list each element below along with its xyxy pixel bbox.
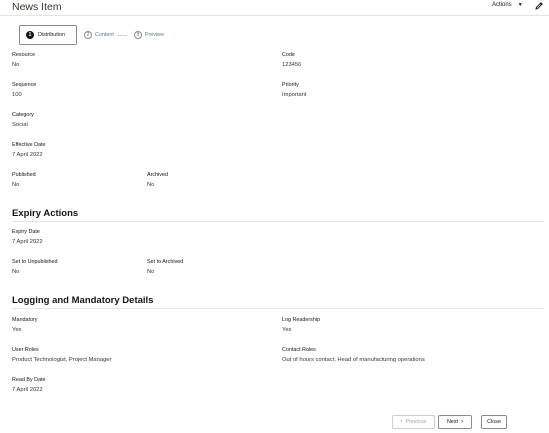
field-effective-date: Effective Date 7 April 2022: [12, 141, 45, 160]
field-value: 123456: [282, 62, 302, 68]
field-resource: Resource No: [12, 51, 35, 70]
field-value: 100: [12, 92, 22, 98]
field-label: Sequence: [12, 82, 37, 88]
field-label: Read By Date: [12, 377, 46, 383]
step-train: 1 Distribution 2 Content 3 Preview: [19, 25, 164, 45]
caret-down-icon: ▼: [517, 2, 523, 8]
chevron-right-icon: ›: [461, 419, 464, 425]
field-label: Mandatory: [12, 317, 38, 323]
field-label: Priority: [282, 82, 299, 88]
field-value: No: [12, 62, 20, 68]
field-contact-roles: Contact Roles Out of hours contact, Head…: [282, 346, 425, 365]
field-log-readership: Log Readership Yes: [282, 316, 320, 335]
field-mandatory: Mandatory Yes: [12, 316, 37, 335]
step-number: 2: [84, 31, 92, 39]
close-button[interactable]: Close: [481, 415, 507, 429]
field-read-by-date: Read By Date 7 April 2022: [12, 376, 46, 395]
chevron-left-icon: ‹: [400, 419, 403, 425]
field-value: No: [147, 182, 155, 188]
field-label: Code: [282, 52, 295, 58]
field-published: Published No: [12, 171, 36, 190]
field-archived: Archived No: [147, 171, 168, 190]
field-label: Resource: [12, 52, 36, 58]
step-distribution[interactable]: 1 Distribution: [19, 25, 77, 45]
field-label: Contact Roles: [282, 347, 316, 353]
field-value: 7 April 2022: [12, 152, 43, 158]
section-divider: [12, 221, 543, 222]
field-value: No: [12, 182, 20, 188]
section-title-logging: Logging and Mandatory Details: [12, 295, 154, 306]
section-title-expiry: Expiry Actions: [12, 208, 79, 219]
field-value: Important: [282, 92, 307, 98]
step-number: 3: [133, 31, 142, 39]
previous-label: Previous: [405, 419, 427, 425]
field-sequence: Sequence 100: [12, 81, 36, 100]
field-value: No: [12, 269, 20, 275]
field-label: Effective Date: [12, 142, 46, 148]
field-priority: Priority Important: [282, 81, 307, 100]
step-number: 1: [26, 31, 34, 39]
field-label: Set to Unpublished: [12, 259, 58, 265]
field-label: User Roles: [12, 347, 39, 353]
field-expiry-date: Expiry Date 7 April 2022: [12, 228, 43, 247]
field-set-archived: Set to Archived No: [147, 258, 183, 277]
field-value: Out of hours contact, Head of manufactur…: [282, 357, 425, 363]
field-value: 7 April 2022: [12, 239, 43, 245]
step-label: Distribution: [38, 32, 65, 38]
field-value: Product Technologist, Project Manager: [12, 357, 112, 363]
field-value: Yes: [12, 327, 22, 333]
field-label: Log Readership: [282, 317, 321, 323]
field-label: Expiry Date: [12, 229, 40, 235]
step-preview[interactable]: 3 Preview: [133, 31, 165, 39]
actions-menu-button[interactable]: Actions ▼: [492, 2, 523, 8]
field-label: Published: [12, 172, 36, 178]
step-label: Preview: [144, 32, 165, 38]
field-value: 7 April 2022: [12, 387, 43, 393]
field-value: No: [147, 269, 155, 275]
previous-button[interactable]: ‹ Previous: [392, 415, 435, 429]
page-header: News Item Actions ▼: [0, 0, 549, 16]
next-button[interactable]: Next ›: [438, 415, 472, 429]
section-divider: [12, 308, 543, 309]
next-label: Next: [446, 419, 459, 425]
field-code: Code 123456: [282, 51, 301, 70]
field-label: Set to Archived: [147, 259, 184, 265]
page-title: News Item: [12, 1, 62, 13]
step-connector: [117, 34, 127, 36]
field-label: Category: [12, 112, 34, 118]
actions-label: Actions: [492, 2, 512, 8]
step-label: Content: [95, 32, 114, 38]
pencil-icon[interactable]: [534, 1, 544, 11]
field-set-unpublished: Set to Unpublished No: [12, 258, 58, 277]
step-content[interactable]: 2 Content: [84, 31, 114, 39]
news-item-page: News Item Actions ▼ 1 Distribution 2 Con…: [0, 0, 549, 433]
close-label: Close: [487, 419, 501, 425]
field-user-roles: User Roles Product Technologist, Project…: [12, 346, 111, 365]
field-value: Social: [12, 122, 28, 128]
field-category: Category Social: [12, 111, 34, 130]
field-value: Yes: [282, 327, 292, 333]
field-label: Archived: [147, 172, 168, 178]
